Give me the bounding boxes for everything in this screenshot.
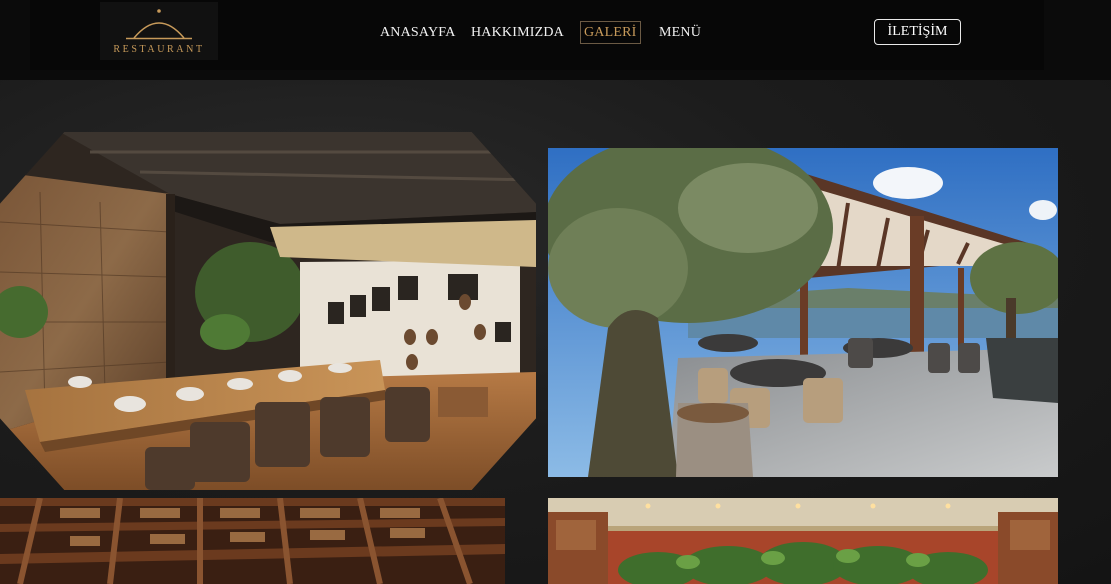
green-wall-hall-photo[interactable] bbox=[548, 498, 1058, 584]
indoor-dining-photo[interactable] bbox=[0, 132, 536, 490]
nav-link-home[interactable]: ANASAYFA bbox=[380, 24, 456, 42]
nav-link-about[interactable]: HAKKIMIZDA bbox=[471, 24, 564, 42]
logo-text: RESTAURANT bbox=[113, 44, 205, 55]
contact-button[interactable]: İLETİŞİM bbox=[874, 19, 961, 45]
nav-link-gallery[interactable]: GALERİ bbox=[580, 21, 641, 44]
terrace-dining-photo[interactable] bbox=[548, 148, 1058, 477]
site-header: RESTAURANT ANASAYFA HAKKIMIZDA GALERİ ME… bbox=[0, 0, 1111, 80]
restaurant-logo[interactable]: RESTAURANT bbox=[100, 2, 218, 60]
nav-link-menu[interactable]: MENÜ bbox=[659, 24, 701, 42]
wooden-ceiling-photo[interactable] bbox=[0, 498, 505, 584]
